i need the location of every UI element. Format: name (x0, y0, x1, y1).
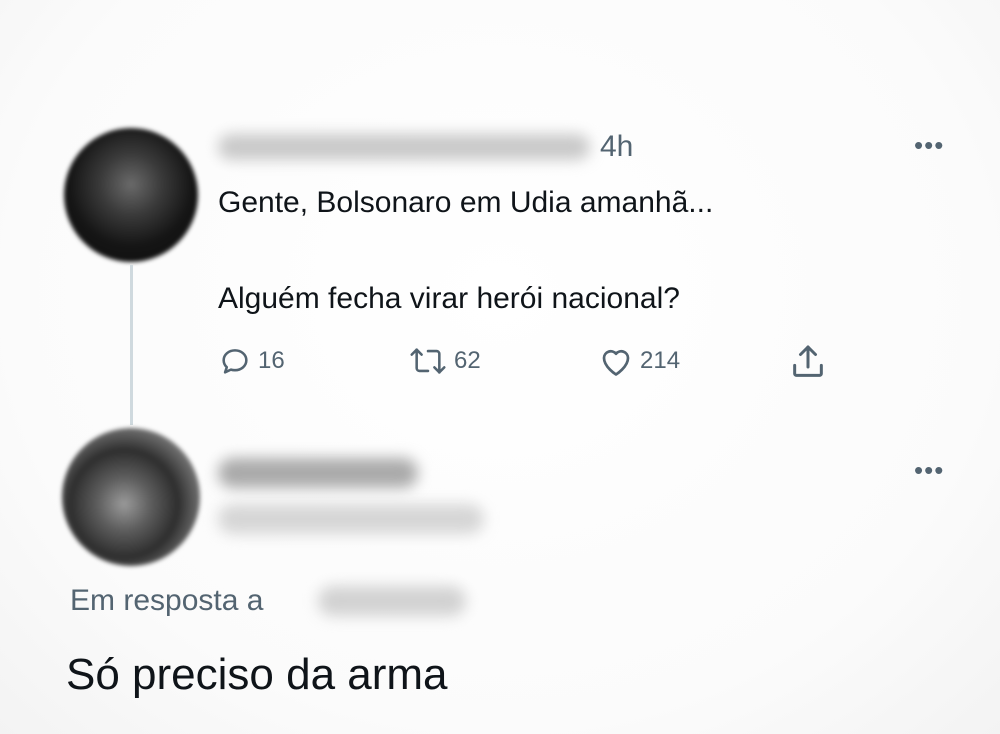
screenshot: 4h ••• Gente, Bolsonaro em Udia amanhã..… (0, 0, 1000, 734)
like-button[interactable]: 214 (598, 344, 680, 378)
retweet-count: 62 (454, 347, 481, 374)
retweet-button[interactable]: 62 (408, 344, 481, 378)
blurred-reply-to-handle[interactable] (318, 586, 466, 616)
in-reply-to-label: Em resposta a (70, 584, 264, 617)
tweet-text-line: Gente, Bolsonaro em Udia amanhã... (218, 186, 714, 219)
tweet-text-line: Alguém fecha virar herói nacional? (218, 282, 680, 315)
thread-connector (130, 265, 133, 425)
retweet-icon (408, 344, 448, 378)
tweet-timestamp[interactable]: 4h (600, 130, 633, 164)
heart-icon (598, 344, 634, 378)
reply-icon (218, 344, 252, 378)
blurred-author-handle[interactable] (218, 504, 484, 534)
more-options-icon[interactable]: ••• (914, 132, 944, 158)
reply-text: Só preciso da arma (66, 650, 448, 699)
share-button[interactable] (788, 342, 828, 382)
reply-button[interactable]: 16 (218, 344, 285, 378)
avatar[interactable] (64, 128, 198, 262)
blurred-author-name[interactable] (218, 134, 590, 160)
reply-count: 16 (258, 347, 285, 374)
like-count: 214 (640, 347, 681, 374)
more-options-icon[interactable]: ••• (914, 457, 944, 483)
blurred-author-name[interactable] (218, 458, 418, 488)
share-icon (788, 342, 828, 382)
avatar[interactable] (62, 428, 200, 566)
